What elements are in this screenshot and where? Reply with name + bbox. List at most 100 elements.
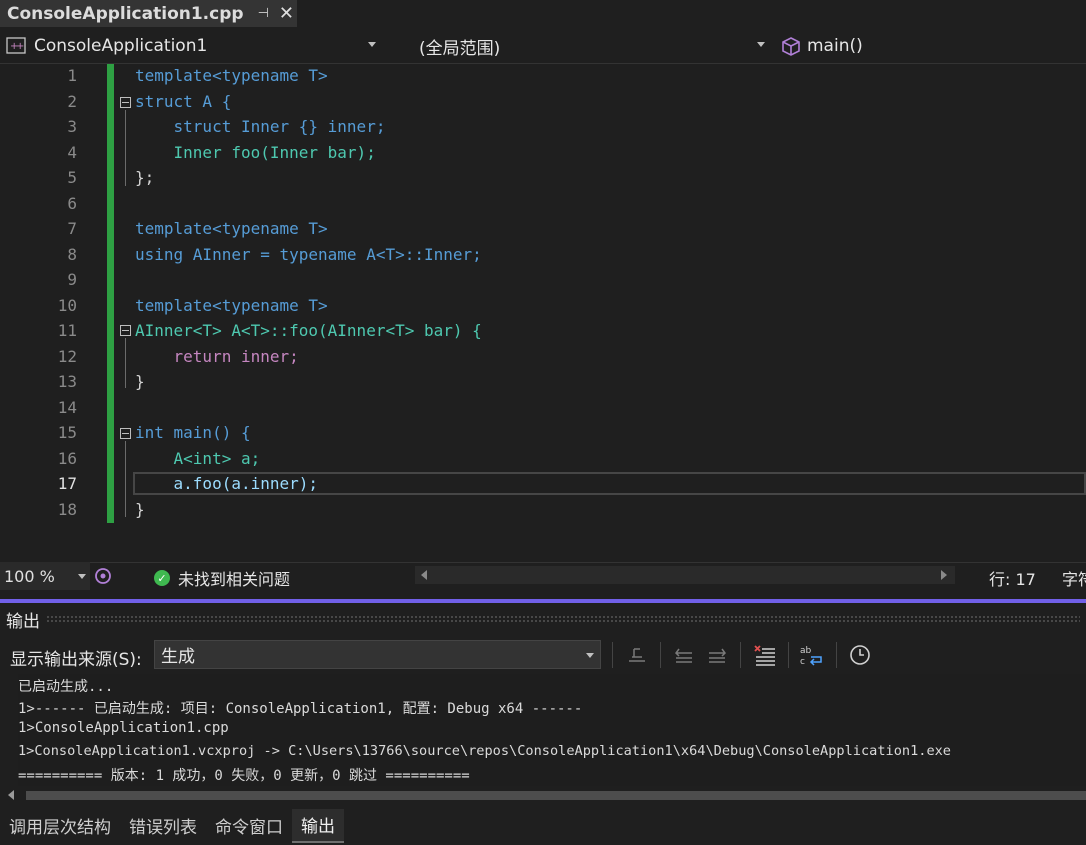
code-line[interactable]: A<int> a; <box>135 449 261 468</box>
line-number: 11 <box>57 321 77 340</box>
navigation-bar: + + ConsoleApplication1 (全局范围) main() <box>0 29 1086 64</box>
editor-horizontal-scrollbar[interactable] <box>415 566 955 584</box>
code-line-current[interactable]: a.foo(a.inner); <box>135 474 319 493</box>
code-line[interactable]: template<typename T> <box>135 66 328 85</box>
code-line[interactable]: using AInner = typename A<T>::Inner; <box>135 245 482 264</box>
output-line: 1>ConsoleApplication1.vcxproj -> C:\User… <box>18 743 951 759</box>
line-number: 9 <box>67 270 77 289</box>
toolbar-separator <box>836 642 837 668</box>
pin-icon[interactable]: ⊣ <box>258 6 269 21</box>
line-number: 3 <box>67 117 77 136</box>
scroll-right-icon[interactable] <box>941 570 947 580</box>
issues-text: 未找到相关问题 <box>178 570 291 589</box>
code-line[interactable]: int main() { <box>135 423 251 442</box>
chevron-down-icon <box>368 42 376 47</box>
scope-name: (全局范围) <box>419 38 501 59</box>
clear-all-icon[interactable] <box>752 642 778 668</box>
column-indicator[interactable]: 字符 <box>1062 566 1086 590</box>
collapse-icon[interactable] <box>120 97 131 108</box>
line-number: 14 <box>57 398 77 417</box>
line-number: 1 <box>67 66 77 85</box>
line-number: 16 <box>57 449 77 468</box>
scroll-left-icon[interactable] <box>421 570 427 580</box>
collapse-icon[interactable] <box>120 325 131 336</box>
code-line[interactable]: struct Inner {} inner; <box>135 117 386 136</box>
line-number: 2 <box>67 92 77 111</box>
document-tab[interactable]: ConsoleApplication1.cpp ⊣ ✕ <box>0 0 297 27</box>
line-number-current: 17 <box>57 474 77 493</box>
line-number: 15 <box>57 423 77 442</box>
toolbar-separator <box>788 642 789 668</box>
code-line[interactable]: template<typename T> <box>135 296 328 315</box>
document-tab-bar: ConsoleApplication1.cpp ⊣ ✕ <box>0 0 1086 27</box>
close-icon[interactable]: ✕ <box>279 3 294 24</box>
line-number: 8 <box>67 245 77 264</box>
collapse-icon[interactable] <box>120 428 131 439</box>
line-number: 13 <box>57 372 77 391</box>
project-name: ConsoleApplication1 <box>34 36 208 56</box>
line-number: 7 <box>67 219 77 238</box>
output-line: 已启动生成... <box>18 679 114 695</box>
output-line: 1>ConsoleApplication1.cpp <box>18 720 229 736</box>
svg-text:c: c <box>800 657 805 666</box>
line-indicator[interactable]: 行: 17 <box>989 566 1036 590</box>
tab-call-hierarchy[interactable]: 调用层次结构 <box>0 810 120 842</box>
line-number: 4 <box>67 143 77 162</box>
chevron-down-icon <box>78 574 86 579</box>
output-source-value: 生成 <box>161 647 195 667</box>
scroll-left-icon[interactable] <box>8 790 14 800</box>
intellicode-icon[interactable] <box>94 566 114 586</box>
fold-guide <box>125 110 126 186</box>
tab-command-window[interactable]: 命令窗口 <box>206 810 292 842</box>
project-dropdown[interactable]: + + ConsoleApplication1 <box>2 32 382 60</box>
drag-handle[interactable] <box>46 615 1080 623</box>
code-line[interactable]: } <box>135 372 145 391</box>
output-panel-header: 输出 <box>0 604 1086 634</box>
output-horizontal-scrollbar[interactable] <box>0 787 1086 804</box>
document-tab-title: ConsoleApplication1.cpp <box>7 3 244 24</box>
clock-icon[interactable] <box>847 642 873 668</box>
tab-output[interactable]: 输出 <box>292 808 344 843</box>
fold-guide <box>125 338 126 388</box>
next-message-icon[interactable] <box>704 642 730 668</box>
output-text-area[interactable]: 已启动生成... 1>------ 已启动生成: 项目: ConsoleAppl… <box>18 674 1086 786</box>
fold-guide <box>125 441 126 517</box>
scrollbar-thumb[interactable] <box>26 791 1086 800</box>
issues-indicator[interactable]: ✓ 未找到相关问题 <box>154 566 290 590</box>
zoom-dropdown[interactable]: 100 % <box>0 562 90 590</box>
panel-accent-divider <box>0 599 1086 603</box>
project-icon: + + <box>6 37 26 54</box>
code-line[interactable]: template<typename T> <box>135 219 328 238</box>
line-number: 18 <box>57 500 77 519</box>
code-line[interactable]: return inner; <box>135 347 299 366</box>
output-line: 1>------ 已启动生成: 项目: ConsoleApplication1,… <box>18 701 583 717</box>
svg-text:ab: ab <box>800 646 812 656</box>
code-line[interactable]: } <box>135 500 145 519</box>
line-number: 12 <box>57 347 77 366</box>
code-line[interactable]: AInner<T> A<T>::foo(AInner<T> bar) { <box>135 321 482 340</box>
change-tracking-bar <box>107 64 114 523</box>
word-wrap-icon[interactable]: ab c <box>799 642 825 668</box>
toolbar-separator <box>740 642 741 668</box>
line-number: 10 <box>57 296 77 315</box>
output-source-label: 显示输出来源(S): <box>10 650 142 670</box>
tab-error-list[interactable]: 错误列表 <box>120 810 206 842</box>
svg-text:+: + <box>16 41 24 52</box>
scope-dropdown[interactable]: (全局范围) <box>391 32 771 60</box>
code-line[interactable]: Inner foo(Inner bar); <box>135 143 376 162</box>
previous-message-icon[interactable] <box>671 642 697 668</box>
output-source-select[interactable]: 生成 <box>154 640 601 669</box>
chevron-down-icon <box>757 42 765 47</box>
output-panel-title: 输出 <box>6 611 40 632</box>
line-number: 5 <box>67 168 77 187</box>
code-line[interactable]: }; <box>135 168 154 187</box>
member-name: main() <box>807 36 863 56</box>
zoom-level: 100 % <box>4 566 55 586</box>
find-message-icon[interactable] <box>624 642 650 668</box>
code-line[interactable]: struct A { <box>135 92 231 111</box>
output-line: ========== 版本: 1 成功，0 失败，0 更新，0 跳过 =====… <box>18 768 470 784</box>
line-number: 6 <box>67 194 77 213</box>
bottom-tool-tabs: 调用层次结构 错误列表 命令窗口 输出 <box>0 806 1086 845</box>
chevron-down-icon <box>586 653 594 658</box>
member-dropdown[interactable]: main() <box>779 32 1086 60</box>
